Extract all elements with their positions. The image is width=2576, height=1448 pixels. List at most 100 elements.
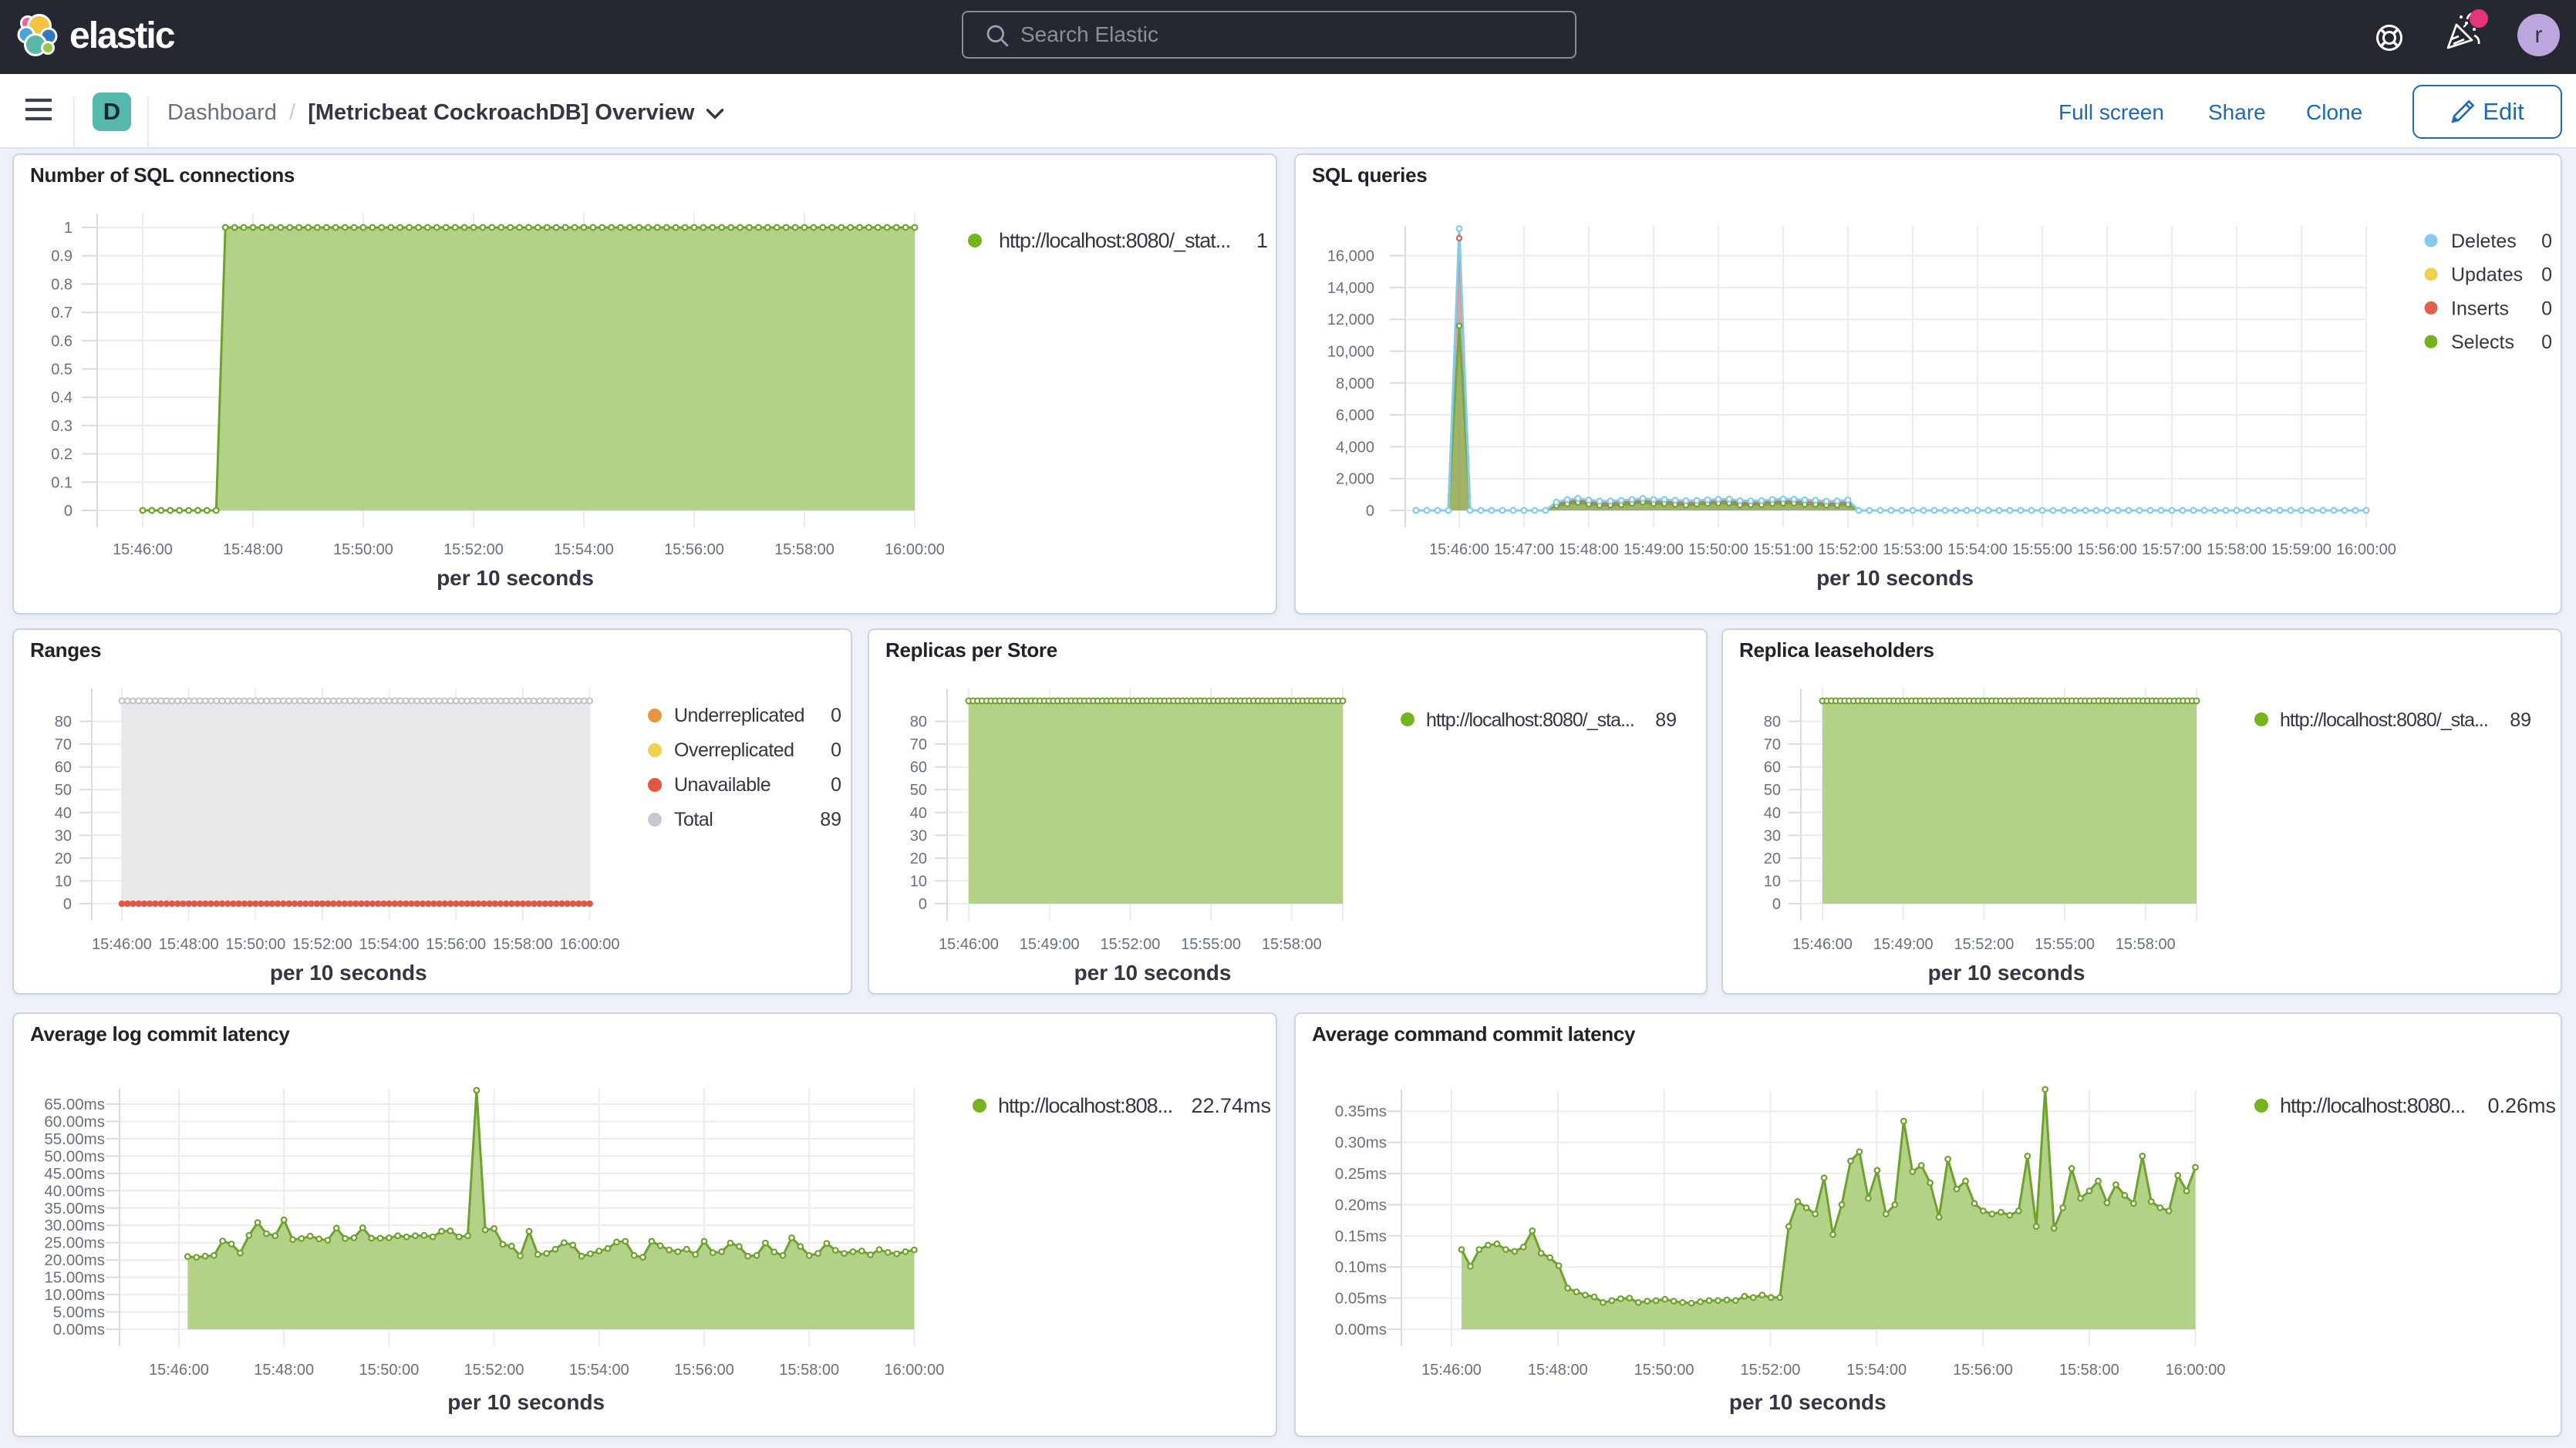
svg-text:0.4: 0.4 xyxy=(51,389,72,406)
svg-text:per 10 seconds: per 10 seconds xyxy=(1928,961,2085,985)
svg-text:0: 0 xyxy=(63,896,72,913)
svg-text:16:00:00: 16:00:00 xyxy=(2336,541,2396,558)
svg-text:Unavailable: Unavailable xyxy=(674,774,770,796)
svg-text:0.6: 0.6 xyxy=(51,333,72,350)
svg-text:15:52:00: 15:52:00 xyxy=(1100,936,1160,953)
svg-text:15:46:00: 15:46:00 xyxy=(113,541,173,558)
svg-text:70: 70 xyxy=(1764,736,1781,753)
svg-text:15:47:00: 15:47:00 xyxy=(1494,541,1554,558)
svg-text:20: 20 xyxy=(55,850,72,867)
svg-text:50.00ms: 50.00ms xyxy=(44,1147,105,1165)
svg-text:0: 0 xyxy=(919,896,927,913)
svg-text:15:56:00: 15:56:00 xyxy=(664,541,724,558)
svg-text:15:50:00: 15:50:00 xyxy=(1688,541,1748,558)
svg-text:0.00ms: 0.00ms xyxy=(53,1321,105,1339)
svg-text:70: 70 xyxy=(910,736,927,753)
svg-text:16:00:00: 16:00:00 xyxy=(884,1362,944,1379)
svg-text:15:58:00: 15:58:00 xyxy=(2059,1362,2119,1379)
svg-text:10: 10 xyxy=(910,873,927,890)
svg-text:15:48:00: 15:48:00 xyxy=(1559,541,1619,558)
svg-text:60: 60 xyxy=(55,759,72,776)
svg-text:15:48:00: 15:48:00 xyxy=(159,936,219,953)
svg-text:15:50:00: 15:50:00 xyxy=(225,936,285,953)
svg-text:15:58:00: 15:58:00 xyxy=(774,541,835,558)
svg-text:http://localhost:8080/_stat...: http://localhost:8080/_stat... xyxy=(999,229,1230,252)
svg-text:0: 0 xyxy=(2541,332,2552,353)
svg-text:http://localhost:8080/_sta...: http://localhost:8080/_sta... xyxy=(1426,709,1634,731)
svg-text:0.10ms: 0.10ms xyxy=(1335,1258,1387,1276)
svg-text:12,000: 12,000 xyxy=(1327,311,1374,328)
svg-text:0: 0 xyxy=(2541,298,2552,319)
svg-text:15:58:00: 15:58:00 xyxy=(493,936,553,953)
svg-text:per 10 seconds: per 10 seconds xyxy=(437,566,594,590)
svg-text:14,000: 14,000 xyxy=(1327,280,1374,297)
svg-text:0.5: 0.5 xyxy=(51,362,72,379)
svg-text:40.00ms: 40.00ms xyxy=(44,1182,105,1200)
svg-text:Updates: Updates xyxy=(2451,264,2523,286)
svg-text:per 10 seconds: per 10 seconds xyxy=(270,961,427,985)
svg-text:0.9: 0.9 xyxy=(51,248,72,265)
svg-text:40: 40 xyxy=(1764,805,1781,822)
svg-text:15:49:00: 15:49:00 xyxy=(1623,541,1684,558)
svg-text:0.00ms: 0.00ms xyxy=(1335,1321,1387,1339)
svg-text:16:00:00: 16:00:00 xyxy=(560,936,620,953)
svg-text:50: 50 xyxy=(55,782,72,799)
svg-text:15:54:00: 15:54:00 xyxy=(554,541,614,558)
svg-text:15.00ms: 15.00ms xyxy=(44,1269,105,1287)
svg-text:0.8: 0.8 xyxy=(51,276,72,293)
svg-text:15:54:00: 15:54:00 xyxy=(569,1362,629,1379)
svg-text:25.00ms: 25.00ms xyxy=(44,1234,105,1252)
svg-text:16:00:00: 16:00:00 xyxy=(2166,1362,2226,1379)
svg-text:16,000: 16,000 xyxy=(1327,248,1374,265)
svg-text:15:52:00: 15:52:00 xyxy=(1740,1362,1800,1379)
svg-text:70: 70 xyxy=(55,736,72,753)
svg-text:15:58:00: 15:58:00 xyxy=(2207,541,2267,558)
svg-text:15:58:00: 15:58:00 xyxy=(1262,936,1322,953)
svg-text:0.1: 0.1 xyxy=(51,474,72,491)
svg-text:2,000: 2,000 xyxy=(1336,471,1374,488)
svg-text:15:48:00: 15:48:00 xyxy=(254,1362,314,1379)
svg-text:80: 80 xyxy=(910,714,927,731)
svg-text:0: 0 xyxy=(2541,231,2552,252)
svg-text:20.00ms: 20.00ms xyxy=(44,1251,105,1269)
svg-text:40: 40 xyxy=(55,805,72,822)
svg-text:15:58:00: 15:58:00 xyxy=(779,1362,839,1379)
svg-text:15:55:00: 15:55:00 xyxy=(2012,541,2072,558)
svg-text:15:48:00: 15:48:00 xyxy=(1528,1362,1588,1379)
svg-text:16:00:00: 16:00:00 xyxy=(885,541,945,558)
svg-text:15:53:00: 15:53:00 xyxy=(1883,541,1943,558)
svg-text:0: 0 xyxy=(1366,503,1374,520)
svg-text:10.00ms: 10.00ms xyxy=(44,1286,105,1304)
svg-text:30: 30 xyxy=(910,827,927,844)
svg-text:15:57:00: 15:57:00 xyxy=(2142,541,2202,558)
svg-text:10: 10 xyxy=(1764,873,1781,890)
svg-text:0: 0 xyxy=(1772,896,1781,913)
svg-text:55.00ms: 55.00ms xyxy=(44,1130,105,1148)
svg-text:15:58:00: 15:58:00 xyxy=(2116,936,2176,953)
svg-text:15:49:00: 15:49:00 xyxy=(1873,936,1934,953)
svg-text:15:56:00: 15:56:00 xyxy=(1953,1362,2013,1379)
svg-text:Total: Total xyxy=(674,809,713,830)
svg-text:89: 89 xyxy=(820,809,841,830)
svg-text:89: 89 xyxy=(1655,709,1677,731)
svg-text:15:52:00: 15:52:00 xyxy=(443,541,504,558)
svg-text:0.26ms: 0.26ms xyxy=(2487,1094,2556,1117)
svg-text:15:46:00: 15:46:00 xyxy=(149,1362,209,1379)
svg-text:15:46:00: 15:46:00 xyxy=(939,936,999,953)
svg-text:0.20ms: 0.20ms xyxy=(1335,1196,1387,1214)
svg-text:4,000: 4,000 xyxy=(1336,439,1374,456)
svg-text:15:56:00: 15:56:00 xyxy=(674,1362,734,1379)
svg-text:60: 60 xyxy=(910,759,927,776)
svg-text:5.00ms: 5.00ms xyxy=(53,1304,105,1322)
svg-text:15:50:00: 15:50:00 xyxy=(1634,1362,1694,1379)
svg-text:40: 40 xyxy=(910,805,927,822)
svg-text:0.7: 0.7 xyxy=(51,305,72,322)
svg-text:15:51:00: 15:51:00 xyxy=(1753,541,1813,558)
svg-text:0: 0 xyxy=(831,774,841,796)
svg-text:15:56:00: 15:56:00 xyxy=(2077,541,2137,558)
svg-text:15:50:00: 15:50:00 xyxy=(359,1362,419,1379)
svg-text:15:59:00: 15:59:00 xyxy=(2271,541,2332,558)
svg-text:15:48:00: 15:48:00 xyxy=(223,541,283,558)
svg-text:per 10 seconds: per 10 seconds xyxy=(1074,961,1232,985)
svg-text:89: 89 xyxy=(2510,709,2531,731)
